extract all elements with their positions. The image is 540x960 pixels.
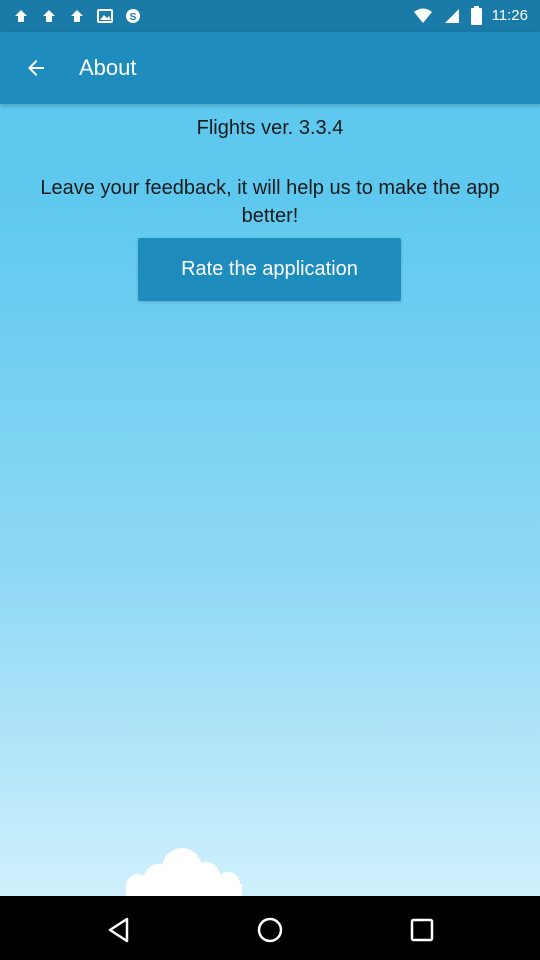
screen: S 11:26 About Flights ver. 3.3.4 Leave y… [0, 0, 540, 960]
notification-icon [71, 10, 83, 22]
photo-icon [97, 9, 113, 23]
feedback-text: Leave your feedback, it will help us to … [40, 177, 500, 227]
app-bar: About [0, 32, 540, 104]
wifi-icon [413, 8, 432, 23]
nav-back-button[interactable] [105, 916, 133, 944]
battery-icon [470, 6, 482, 25]
notification-icon [43, 10, 55, 22]
status-bar: S 11:26 [0, 0, 540, 32]
recents-square-icon [410, 918, 434, 942]
status-notifications: S [12, 7, 142, 25]
back-triangle-icon [108, 917, 129, 943]
nav-recents-button[interactable] [408, 916, 436, 944]
status-time: 11:26 [491, 7, 528, 24]
svg-text:S: S [130, 12, 137, 23]
rate-application-button[interactable]: Rate the application [138, 238, 401, 301]
signal-icon [444, 8, 459, 23]
status-system: 11:26 [413, 6, 528, 25]
back-arrow-icon [28, 60, 44, 76]
navigation-bar [0, 896, 540, 960]
version-text: Flights ver. 3.3.4 [196, 117, 344, 139]
cloud-illustration [126, 848, 242, 896]
home-circle-icon [257, 917, 283, 943]
notification-icon [15, 10, 27, 22]
page-title: About [79, 55, 137, 80]
skype-icon: S [126, 9, 140, 23]
nav-home-button[interactable] [256, 916, 284, 944]
back-button[interactable] [12, 44, 60, 92]
